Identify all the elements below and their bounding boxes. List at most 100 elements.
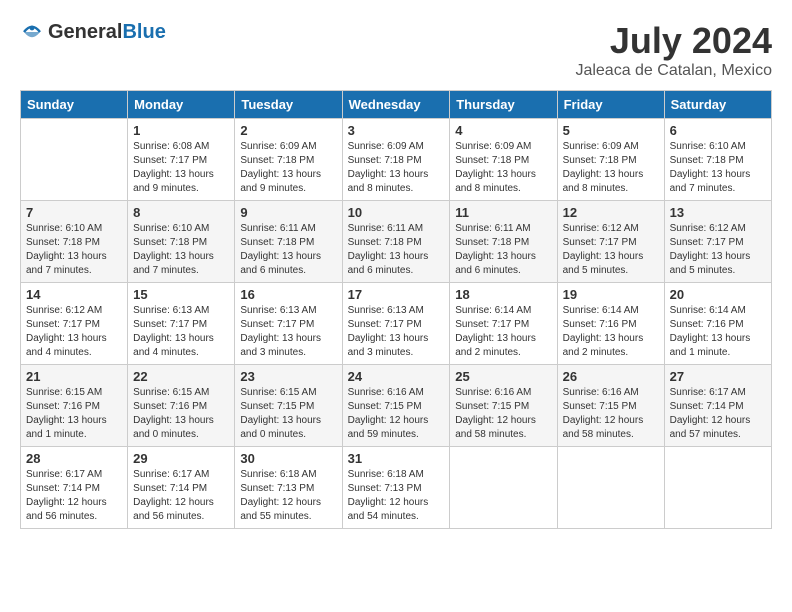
calendar-cell: 16 Sunrise: 6:13 AM Sunset: 7:17 PM Dayli… [235, 283, 342, 365]
day-number: 18 [455, 287, 551, 302]
day-info: Sunrise: 6:18 AM Sunset: 7:13 PM Dayligh… [240, 468, 336, 524]
logo-general: GeneralBlue [48, 21, 166, 44]
day-info: Sunrise: 6:18 AM Sunset: 7:13 PM Dayligh… [348, 468, 445, 524]
day-info: Sunrise: 6:13 AM Sunset: 7:17 PM Dayligh… [348, 304, 445, 360]
calendar-cell: 4 Sunrise: 6:09 AM Sunset: 7:18 PM Daylig… [450, 119, 557, 201]
logo: GeneralBlue [20, 20, 166, 44]
calendar-cell: 18 Sunrise: 6:14 AM Sunset: 7:17 PM Dayli… [450, 283, 557, 365]
calendar-cell: 1Sunrise: 6:08 AM Sunset: 7:17 PM Daylig… [128, 119, 235, 201]
column-header-saturday: Saturday [664, 91, 771, 119]
calendar-cell: 13 Sunrise: 6:12 AM Sunset: 7:17 PM Dayli… [664, 201, 771, 283]
day-info: Sunrise: 6:16 AM Sunset: 7:15 PM Dayligh… [455, 386, 551, 442]
column-header-friday: Friday [557, 91, 664, 119]
day-info: Sunrise: 6:10 AM Sunset: 7:18 PM Dayligh… [26, 222, 122, 278]
day-info: Sunrise: 6:15 AM Sunset: 7:16 PM Dayligh… [26, 386, 122, 442]
calendar-cell: 12 Sunrise: 6:12 AM Sunset: 7:17 PM Dayli… [557, 201, 664, 283]
day-info: Sunrise: 6:17 AM Sunset: 7:14 PM Dayligh… [670, 386, 766, 442]
day-number: 6 [670, 123, 766, 138]
calendar-cell: 30Sunrise: 6:18 AM Sunset: 7:13 PM Dayli… [235, 447, 342, 529]
day-number: 4 [455, 123, 551, 138]
day-info: Sunrise: 6:13 AM Sunset: 7:17 PM Dayligh… [133, 304, 229, 360]
calendar-cell: 23 Sunrise: 6:15 AM Sunset: 7:15 PM Dayli… [235, 365, 342, 447]
calendar-cell: 20Sunrise: 6:14 AM Sunset: 7:16 PM Dayli… [664, 283, 771, 365]
calendar-cell: 29 Sunrise: 6:17 AM Sunset: 7:14 PM Dayli… [128, 447, 235, 529]
day-info: Sunrise: 6:09 AM Sunset: 7:18 PM Dayligh… [348, 140, 445, 196]
calendar-cell: 5Sunrise: 6:09 AM Sunset: 7:18 PM Daylig… [557, 119, 664, 201]
day-info: Sunrise: 6:11 AM Sunset: 7:18 PM Dayligh… [455, 222, 551, 278]
day-info: Sunrise: 6:13 AM Sunset: 7:17 PM Dayligh… [240, 304, 336, 360]
day-info: Sunrise: 6:16 AM Sunset: 7:15 PM Dayligh… [563, 386, 659, 442]
day-number: 28 [26, 451, 122, 466]
day-info: Sunrise: 6:12 AM Sunset: 7:17 PM Dayligh… [670, 222, 766, 278]
calendar-cell: 11 Sunrise: 6:11 AM Sunset: 7:18 PM Dayli… [450, 201, 557, 283]
calendar-cell: 31 Sunrise: 6:18 AM Sunset: 7:13 PM Dayli… [342, 447, 450, 529]
day-info: Sunrise: 6:16 AM Sunset: 7:15 PM Dayligh… [348, 386, 445, 442]
column-header-tuesday: Tuesday [235, 91, 342, 119]
calendar-cell: 7Sunrise: 6:10 AM Sunset: 7:18 PM Daylig… [21, 201, 128, 283]
title-block: July 2024 Jaleaca de Catalan, Mexico [575, 20, 772, 80]
calendar-cell: 21 Sunrise: 6:15 AM Sunset: 7:16 PM Dayli… [21, 365, 128, 447]
day-info: Sunrise: 6:09 AM Sunset: 7:18 PM Dayligh… [455, 140, 551, 196]
day-number: 3 [348, 123, 445, 138]
calendar-cell: 3 Sunrise: 6:09 AM Sunset: 7:18 PM Daylig… [342, 119, 450, 201]
calendar-table: SundayMondayTuesdayWednesdayThursdayFrid… [20, 90, 772, 529]
day-info: Sunrise: 6:12 AM Sunset: 7:17 PM Dayligh… [563, 222, 659, 278]
day-info: Sunrise: 6:14 AM Sunset: 7:16 PM Dayligh… [563, 304, 659, 360]
column-header-wednesday: Wednesday [342, 91, 450, 119]
day-number: 26 [563, 369, 659, 384]
calendar-body: 1Sunrise: 6:08 AM Sunset: 7:17 PM Daylig… [21, 119, 772, 529]
day-info: Sunrise: 6:17 AM Sunset: 7:14 PM Dayligh… [133, 468, 229, 524]
calendar-week-row: 14 Sunrise: 6:12 AM Sunset: 7:17 PM Dayli… [21, 283, 772, 365]
logo-icon [20, 20, 44, 44]
day-number: 15 [133, 287, 229, 302]
day-number: 21 [26, 369, 122, 384]
day-number: 17 [348, 287, 445, 302]
day-number: 8 [133, 205, 229, 220]
column-header-thursday: Thursday [450, 91, 557, 119]
day-number: 22 [133, 369, 229, 384]
day-number: 16 [240, 287, 336, 302]
day-info: Sunrise: 6:12 AM Sunset: 7:17 PM Dayligh… [26, 304, 122, 360]
day-info: Sunrise: 6:11 AM Sunset: 7:18 PM Dayligh… [348, 222, 445, 278]
calendar-cell [450, 447, 557, 529]
day-number: 9 [240, 205, 336, 220]
calendar-cell: 17 Sunrise: 6:13 AM Sunset: 7:17 PM Dayli… [342, 283, 450, 365]
month-title: July 2024 [575, 20, 772, 62]
day-number: 24 [348, 369, 445, 384]
day-number: 23 [240, 369, 336, 384]
calendar-header-row: SundayMondayTuesdayWednesdayThursdayFrid… [21, 91, 772, 119]
day-info: Sunrise: 6:10 AM Sunset: 7:18 PM Dayligh… [133, 222, 229, 278]
day-number: 10 [348, 205, 445, 220]
day-number: 14 [26, 287, 122, 302]
calendar-cell: 15 Sunrise: 6:13 AM Sunset: 7:17 PM Dayli… [128, 283, 235, 365]
column-header-sunday: Sunday [21, 91, 128, 119]
calendar-week-row: 21 Sunrise: 6:15 AM Sunset: 7:16 PM Dayli… [21, 365, 772, 447]
day-number: 11 [455, 205, 551, 220]
day-info: Sunrise: 6:14 AM Sunset: 7:17 PM Dayligh… [455, 304, 551, 360]
calendar-cell: 14 Sunrise: 6:12 AM Sunset: 7:17 PM Dayli… [21, 283, 128, 365]
day-info: Sunrise: 6:10 AM Sunset: 7:18 PM Dayligh… [670, 140, 766, 196]
calendar-week-row: 1Sunrise: 6:08 AM Sunset: 7:17 PM Daylig… [21, 119, 772, 201]
calendar-cell: 24 Sunrise: 6:16 AM Sunset: 7:15 PM Dayli… [342, 365, 450, 447]
day-number: 2 [240, 123, 336, 138]
calendar-cell: 8 Sunrise: 6:10 AM Sunset: 7:18 PM Daylig… [128, 201, 235, 283]
calendar-cell: 26 Sunrise: 6:16 AM Sunset: 7:15 PM Dayli… [557, 365, 664, 447]
day-number: 13 [670, 205, 766, 220]
page-header: GeneralBlue July 2024 Jaleaca de Catalan… [20, 20, 772, 80]
day-number: 25 [455, 369, 551, 384]
day-number: 31 [348, 451, 445, 466]
day-number: 27 [670, 369, 766, 384]
calendar-cell [21, 119, 128, 201]
calendar-cell: 27 Sunrise: 6:17 AM Sunset: 7:14 PM Dayli… [664, 365, 771, 447]
day-number: 12 [563, 205, 659, 220]
calendar-cell: 2Sunrise: 6:09 AM Sunset: 7:18 PM Daylig… [235, 119, 342, 201]
calendar-cell: 22 Sunrise: 6:15 AM Sunset: 7:16 PM Dayli… [128, 365, 235, 447]
calendar-cell: 25 Sunrise: 6:16 AM Sunset: 7:15 PM Dayli… [450, 365, 557, 447]
day-info: Sunrise: 6:17 AM Sunset: 7:14 PM Dayligh… [26, 468, 122, 524]
day-number: 5 [563, 123, 659, 138]
day-number: 29 [133, 451, 229, 466]
day-info: Sunrise: 6:11 AM Sunset: 7:18 PM Dayligh… [240, 222, 336, 278]
day-info: Sunrise: 6:15 AM Sunset: 7:15 PM Dayligh… [240, 386, 336, 442]
day-info: Sunrise: 6:15 AM Sunset: 7:16 PM Dayligh… [133, 386, 229, 442]
day-info: Sunrise: 6:08 AM Sunset: 7:17 PM Dayligh… [133, 140, 229, 196]
